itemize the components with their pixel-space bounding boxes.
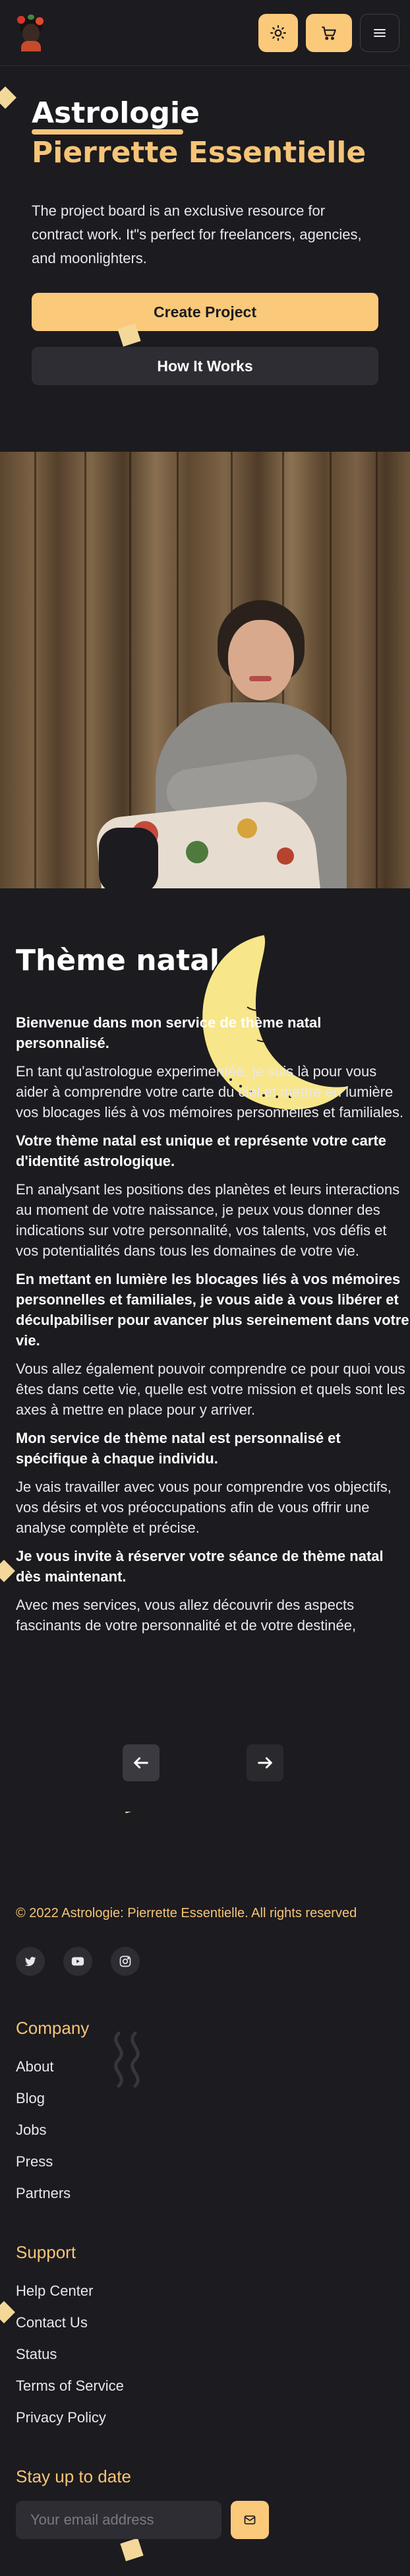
footer-link-partners[interactable]: Partners	[16, 2178, 279, 2209]
person-lips	[249, 676, 272, 681]
twitter-icon	[24, 1957, 36, 1967]
logo-body	[21, 40, 41, 51]
newsletter-submit-button[interactable]	[231, 2501, 269, 2539]
menu-button[interactable]	[360, 13, 399, 52]
natal-paragraph: Votre thème natal est unique et représen…	[16, 1132, 386, 1169]
theme-toggle-button[interactable]	[258, 13, 298, 52]
chair-shadow	[99, 828, 158, 888]
hero-description: The project board is an exclusive resour…	[32, 202, 362, 266]
footer-link-terms[interactable]: Terms of Service	[16, 2370, 279, 2402]
header-actions	[258, 13, 399, 52]
footer-link-help-center[interactable]: Help Center	[16, 2275, 279, 2307]
how-it-works-button[interactable]: How It Works	[32, 347, 378, 385]
footer-link-jobs[interactable]: Jobs	[16, 2114, 279, 2146]
email-field[interactable]	[16, 2501, 221, 2539]
page: Astrologie Pierrette Essentielle The pro…	[0, 0, 410, 2576]
natal-paragraph: Je vais travailler avec vous pour compre…	[16, 1479, 392, 1536]
logo[interactable]	[16, 14, 46, 51]
footer-link-blog[interactable]: Blog	[16, 2083, 279, 2114]
youtube-link[interactable]	[63, 1947, 92, 1976]
hero-title-line1: Astrologie	[32, 96, 200, 130]
company-heading: Company	[16, 2018, 90, 2038]
footer-link-privacy[interactable]: Privacy Policy	[16, 2402, 279, 2434]
natal-paragraph: Je vous invite à réserver votre séance d…	[16, 1548, 384, 1585]
hamburger-menu-icon	[374, 28, 386, 37]
natal-body: Bienvenue dans mon service de thème nata…	[16, 1012, 410, 1643]
create-project-button[interactable]: Create Project	[32, 293, 378, 331]
natal-paragraph: En analysant les positions des planètes …	[16, 1181, 400, 1259]
natal-paragraph: Vous allez également pouvoir comprendre …	[16, 1361, 405, 1418]
cart-button[interactable]	[306, 13, 352, 52]
portrait-photo	[0, 452, 410, 888]
logo-flower	[17, 15, 25, 24]
natal-paragraph: En tant qu'astrologue experimentée, je s…	[16, 1063, 404, 1120]
content-fade-overlay	[0, 1700, 410, 1812]
cart-icon	[322, 26, 336, 40]
company-links: About Blog Jobs Press Partners	[16, 2051, 279, 2209]
footer-link-press[interactable]: Press	[16, 2146, 279, 2178]
hero-section: Astrologie Pierrette Essentielle The pro…	[0, 66, 410, 452]
carousel-prev-button[interactable]	[123, 1744, 160, 1781]
title-underline	[32, 129, 183, 135]
footer-link-status[interactable]: Status	[16, 2339, 279, 2370]
copyright-text: © 2022 Astrologie: Pierrette Essentielle…	[16, 1906, 357, 1920]
support-heading: Support	[16, 2242, 76, 2262]
hero-title: Astrologie Pierrette Essentielle	[32, 94, 388, 173]
natal-paragraph: Bienvenue dans mon service de thème nata…	[16, 1014, 322, 1051]
arrow-right-icon	[258, 1757, 272, 1769]
natal-paragraph: En mettant en lumière les blocages liés …	[16, 1271, 409, 1349]
logo-flower	[36, 16, 44, 25]
theme-natal-section: Thème natal Bienvenue dans mon service d…	[0, 888, 410, 1812]
mail-icon	[244, 2515, 256, 2525]
logo-leaf	[28, 14, 34, 20]
instagram-link[interactable]	[111, 1947, 140, 1976]
site-footer: © 2022 Astrologie: Pierrette Essentielle…	[0, 1886, 410, 2576]
hero-title-line2: Pierrette Essentielle	[32, 136, 366, 169]
social-links	[16, 1947, 140, 1976]
footer-link-about[interactable]: About	[16, 2051, 279, 2083]
site-header	[0, 0, 410, 66]
twitter-link[interactable]	[16, 1947, 45, 1976]
person-face	[228, 620, 294, 700]
carousel-next-button[interactable]	[247, 1744, 283, 1781]
sun-icon	[270, 24, 286, 41]
newsletter-heading: Stay up to date	[16, 2467, 131, 2486]
arrow-left-icon	[134, 1757, 148, 1769]
footer-link-contact-us[interactable]: Contact Us	[16, 2307, 279, 2339]
natal-paragraph: Avec mes services, vous allez découvrir …	[16, 1597, 357, 1634]
natal-paragraph: Mon service de thème natal est personnal…	[16, 1430, 341, 1467]
youtube-icon	[71, 1957, 84, 1966]
support-links: Help Center Contact Us Status Terms of S…	[16, 2275, 279, 2434]
instagram-icon	[119, 1955, 131, 1967]
